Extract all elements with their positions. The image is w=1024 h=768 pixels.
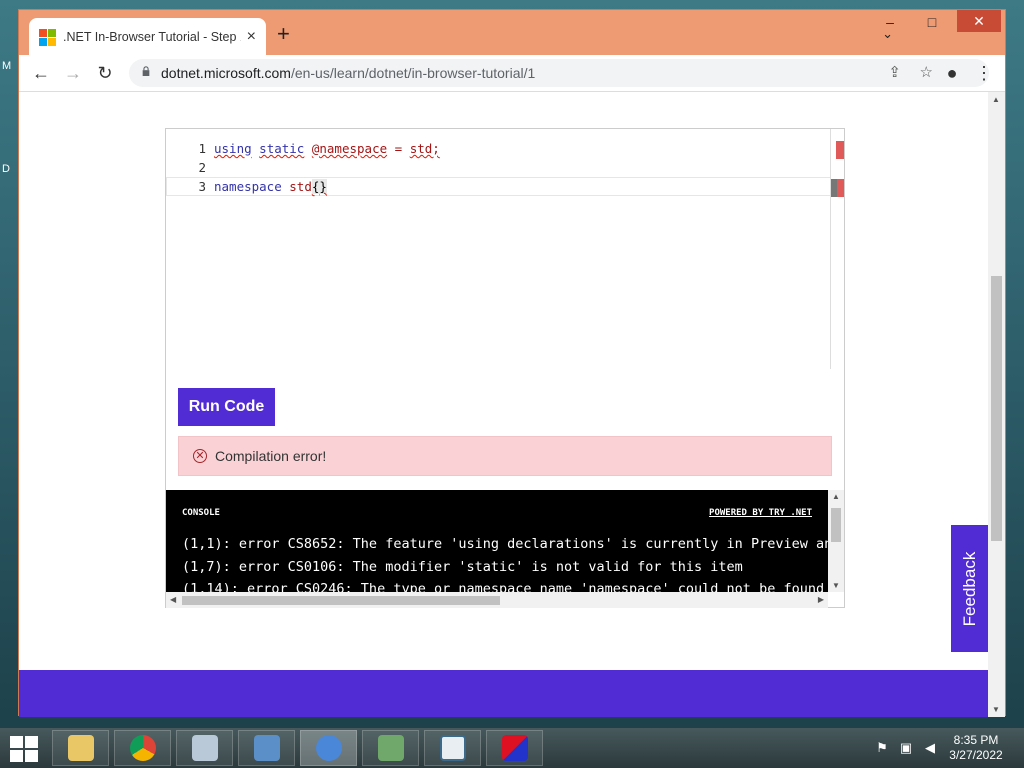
code-text: using static @namespace = std; <box>214 139 440 158</box>
page-scrollbar[interactable]: ▲ ▼ <box>988 92 1005 717</box>
line-number: 1 <box>198 141 206 156</box>
tab-close-icon[interactable]: × <box>247 28 256 46</box>
bookmark-star-icon[interactable]: ☆ <box>920 63 933 81</box>
paint-palette-icon <box>191 735 218 761</box>
volume-muted-icon[interactable]: ◀ <box>922 740 938 756</box>
code-token: {} <box>311 179 327 194</box>
share-icon[interactable]: ⇪ <box>888 63 901 81</box>
new-tab-button[interactable]: + <box>277 23 290 45</box>
url-host: dotnet.microsoft.com <box>161 65 291 81</box>
tab-title: .NET In-Browser Tutorial - Step 1 <box>63 29 241 44</box>
code-token: std; <box>409 141 440 156</box>
scroll-up-icon[interactable]: ▲ <box>992 95 1000 104</box>
chromium-icon <box>315 735 342 761</box>
scroll-right-icon[interactable]: ▶ <box>818 595 824 604</box>
minimize-button[interactable]: – <box>875 14 905 34</box>
code-token: @namespace <box>311 141 388 156</box>
console-vertical-scrollbar[interactable]: ▲ ▼ <box>828 490 844 592</box>
console-horizontal-scrollbar[interactable]: ◀ ▶ <box>166 592 828 608</box>
console-line: (1,14): error CS0246: The type or namesp… <box>182 581 825 592</box>
feedback-label: Feedback <box>960 551 979 626</box>
code-line: 1 using static @namespace = std; <box>166 139 831 158</box>
browser-toolbar: ← → ↻ dotnet.microsoft.com/en-us/learn/d… <box>19 55 1005 92</box>
cursor-marker <box>831 179 837 197</box>
url-path: /en-us/learn/dotnet/in-browser-tutorial/… <box>290 65 536 81</box>
url-text[interactable]: dotnet.microsoft.com/en-us/learn/dotnet/… <box>161 65 535 81</box>
address-bar[interactable]: dotnet.microsoft.com/en-us/learn/dotnet/… <box>129 59 989 87</box>
code-text: namespace std{} <box>214 177 327 196</box>
menu-kebab-icon[interactable]: ⋮ <box>972 61 996 85</box>
console-line: (1,1): error CS8652: The feature 'using … <box>182 536 828 552</box>
console-output[interactable]: CONSOLE POWERED BY TRY .NET (1,1): error… <box>166 490 828 592</box>
control-panel-task[interactable] <box>238 730 295 766</box>
back-button[interactable]: ← <box>29 61 53 85</box>
scroll-down-icon[interactable]: ▼ <box>992 705 1000 714</box>
windows-start-icon[interactable] <box>10 736 38 762</box>
code-line-current: 3 namespace std{} <box>166 177 831 196</box>
clock-date: 3/27/2022 <box>949 748 1003 762</box>
chrome-icon <box>129 735 156 761</box>
reload-button[interactable]: ↻ <box>93 61 117 85</box>
microsoft-logo-icon <box>39 28 56 46</box>
code-token: std <box>289 179 312 194</box>
run-code-button[interactable]: Run Code <box>178 388 275 426</box>
page-footer <box>19 670 989 717</box>
page-content: 1 using static @namespace = std; 2 3 nam… <box>19 92 989 717</box>
console-line: (1,7): error CS0106: The modifier 'stati… <box>182 559 743 575</box>
network-computer-icon <box>377 735 404 761</box>
network-task[interactable] <box>362 730 419 766</box>
lock-icon[interactable] <box>141 66 151 76</box>
action-center-flag-icon[interactable]: ⚑ <box>874 740 890 756</box>
scroll-left-icon[interactable]: ◀ <box>170 595 176 604</box>
folder-icon <box>67 735 94 761</box>
browser-window: .NET In-Browser Tutorial - Step 1 × + ⌄ … <box>18 9 1006 717</box>
code-editor-card: 1 using static @namespace = std; 2 3 nam… <box>165 128 845 608</box>
powered-by-link[interactable]: POWERED BY TRY .NET <box>709 508 812 518</box>
clock[interactable]: 8:35 PM 3/27/2022 <box>946 733 1006 763</box>
forward-button[interactable]: → <box>61 61 85 85</box>
error-marker <box>836 141 844 159</box>
chrome-active-task[interactable] <box>300 730 357 766</box>
scroll-thumb[interactable] <box>991 276 1002 541</box>
compilation-error-banner: ✕ Compilation error! <box>178 436 832 476</box>
code-token: = <box>387 141 410 156</box>
chrome-task[interactable] <box>114 730 171 766</box>
scroll-down-icon[interactable]: ▼ <box>832 581 840 590</box>
error-message: Compilation error! <box>215 448 327 464</box>
line-number: 3 <box>198 179 206 194</box>
desktop-icon-label[interactable]: D <box>2 163 10 175</box>
editor-scrollbar[interactable] <box>830 129 831 369</box>
code-token: using <box>214 141 252 156</box>
taskbar: ⚑ ▣ ◀ 8:35 PM 3/27/2022 <box>0 728 1024 768</box>
code-editor[interactable]: 1 using static @namespace = std; 2 3 nam… <box>166 139 831 374</box>
error-circle-icon: ✕ <box>193 449 207 463</box>
scroll-thumb[interactable] <box>831 508 841 542</box>
control-panel-icon <box>253 735 280 761</box>
shapes-icon <box>501 735 528 761</box>
close-window-button[interactable]: ✕ <box>957 10 1001 32</box>
code-token: namespace <box>214 179 282 194</box>
scroll-thumb[interactable] <box>182 596 500 605</box>
code-line: 2 <box>166 158 831 177</box>
error-marker <box>836 179 844 197</box>
console-label: CONSOLE <box>182 508 220 518</box>
code-token: static <box>259 141 305 156</box>
app-task[interactable] <box>486 730 543 766</box>
clock-time: 8:35 PM <box>953 733 999 747</box>
file-explorer-task[interactable] <box>52 730 109 766</box>
browser-tab[interactable]: .NET In-Browser Tutorial - Step 1 × <box>29 18 266 55</box>
document-icon <box>439 735 466 761</box>
paint-task[interactable] <box>176 730 233 766</box>
scroll-up-icon[interactable]: ▲ <box>832 492 840 501</box>
maximize-button[interactable]: □ <box>917 14 947 34</box>
network-icon[interactable]: ▣ <box>898 740 914 756</box>
title-bar: .NET In-Browser Tutorial - Step 1 × + ⌄ … <box>19 10 1005 55</box>
profile-icon[interactable]: ● <box>940 61 964 85</box>
desktop-icon-label[interactable]: M <box>2 60 11 72</box>
line-number: 2 <box>198 160 206 175</box>
feedback-button[interactable]: Feedback <box>951 525 989 652</box>
notepad-task[interactable] <box>424 730 481 766</box>
